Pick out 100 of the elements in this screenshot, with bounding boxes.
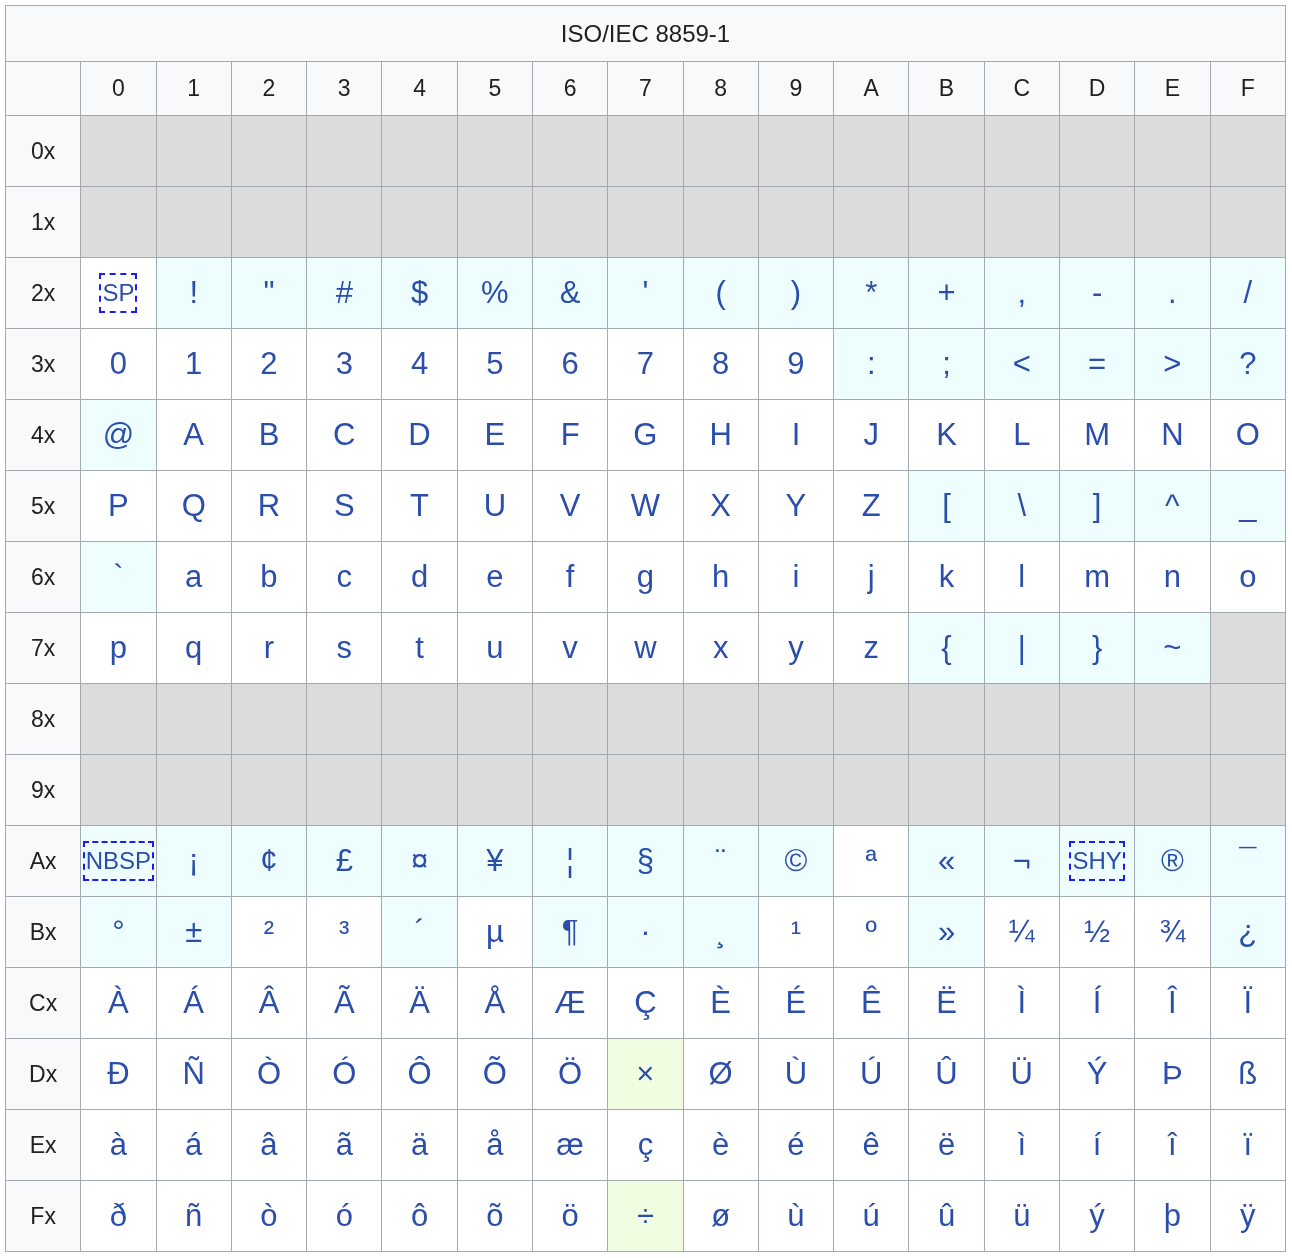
character-cell[interactable]: l <box>984 541 1060 613</box>
character-cell[interactable]: 3 <box>306 328 382 400</box>
character-cell[interactable]: < <box>984 328 1060 400</box>
character-cell[interactable]: ³ <box>306 896 382 968</box>
character-cell[interactable]: b <box>231 541 307 613</box>
character-cell[interactable]: V <box>532 470 608 542</box>
character-cell[interactable]: e <box>457 541 533 613</box>
character-cell[interactable]: Ô <box>381 1038 458 1110</box>
character-cell[interactable]: Ø <box>683 1038 759 1110</box>
character-cell[interactable]: k <box>908 541 985 613</box>
character-cell[interactable]: w <box>607 612 684 684</box>
character-cell[interactable]: ± <box>156 896 232 968</box>
character-cell[interactable]: Æ <box>532 967 608 1039</box>
character-cell[interactable]: $ <box>381 257 458 329</box>
character-cell[interactable]: n <box>1134 541 1210 613</box>
character-cell[interactable]: ¼ <box>984 896 1060 968</box>
character-cell[interactable]: Ð <box>80 1038 157 1110</box>
character-cell[interactable]: r <box>231 612 307 684</box>
character-cell[interactable]: â <box>231 1109 307 1181</box>
character-cell[interactable]: s <box>306 612 382 684</box>
character-cell[interactable]: ? <box>1210 328 1286 400</box>
character-cell[interactable]: ¬ <box>984 825 1060 897</box>
character-cell[interactable]: Ã <box>306 967 382 1039</box>
character-cell[interactable]: ï <box>1210 1109 1286 1181</box>
character-cell[interactable]: 6 <box>532 328 608 400</box>
character-cell[interactable]: ñ <box>156 1180 232 1252</box>
character-cell[interactable]: h <box>683 541 759 613</box>
character-cell[interactable]: ¸ <box>683 896 759 968</box>
character-cell[interactable]: N <box>1134 399 1210 471</box>
character-cell[interactable]: c <box>306 541 382 613</box>
character-cell[interactable]: ¿ <box>1210 896 1286 968</box>
character-cell[interactable]: D <box>381 399 458 471</box>
character-cell[interactable]: ¯ <box>1210 825 1286 897</box>
character-cell[interactable]: Ì <box>984 967 1060 1039</box>
character-cell[interactable]: q <box>156 612 232 684</box>
character-cell[interactable]: ÷ <box>607 1180 684 1252</box>
character-cell[interactable]: W <box>607 470 684 542</box>
character-cell[interactable]: ° <box>80 896 157 968</box>
character-cell[interactable]: a <box>156 541 232 613</box>
character-cell[interactable]: Û <box>908 1038 985 1110</box>
character-cell[interactable]: ( <box>683 257 759 329</box>
character-cell[interactable]: Y <box>758 470 834 542</box>
character-cell[interactable]: Q <box>156 470 232 542</box>
character-cell[interactable]: i <box>758 541 834 613</box>
character-cell[interactable]: Ü <box>984 1038 1060 1110</box>
character-cell[interactable]: Ù <box>758 1038 834 1110</box>
character-cell[interactable]: Þ <box>1134 1038 1210 1110</box>
character-cell[interactable]: Ó <box>306 1038 382 1110</box>
character-cell[interactable]: ù <box>758 1180 834 1252</box>
character-cell[interactable]: * <box>833 257 909 329</box>
character-cell[interactable]: È <box>683 967 759 1039</box>
character-cell[interactable]: { <box>908 612 985 684</box>
character-cell[interactable]: µ <box>457 896 533 968</box>
character-cell[interactable]: ý <box>1059 1180 1135 1252</box>
character-cell[interactable]: § <box>607 825 684 897</box>
character-cell[interactable]: & <box>532 257 608 329</box>
character-cell[interactable]: m <box>1059 541 1135 613</box>
character-cell[interactable]: d <box>381 541 458 613</box>
character-cell[interactable]: E <box>457 399 533 471</box>
character-cell[interactable]: P <box>80 470 157 542</box>
character-cell[interactable]: ¥ <box>457 825 533 897</box>
character-cell[interactable]: > <box>1134 328 1210 400</box>
character-cell[interactable]: Å <box>457 967 533 1039</box>
character-cell[interactable]: % <box>457 257 533 329</box>
character-cell[interactable]: Ä <box>381 967 458 1039</box>
character-cell[interactable]: ª <box>833 825 909 897</box>
abbreviation-label[interactable]: NBSP <box>82 841 155 881</box>
character-cell[interactable]: À <box>80 967 157 1039</box>
character-cell[interactable]: ` <box>80 541 157 613</box>
character-cell[interactable]: ã <box>306 1109 382 1181</box>
character-cell[interactable]: K <box>908 399 985 471</box>
character-cell[interactable]: U <box>457 470 533 542</box>
character-cell[interactable]: ^ <box>1134 470 1210 542</box>
character-cell[interactable]: H <box>683 399 759 471</box>
character-cell[interactable]: 4 <box>381 328 458 400</box>
character-cell[interactable]: t <box>381 612 458 684</box>
character-cell[interactable]: Z <box>833 470 909 542</box>
character-cell[interactable]: ø <box>683 1180 759 1252</box>
character-cell[interactable]: û <box>908 1180 985 1252</box>
character-cell[interactable]: þ <box>1134 1180 1210 1252</box>
abbreviation-label[interactable]: SP <box>99 273 138 313</box>
character-cell[interactable]: g <box>607 541 684 613</box>
character-cell[interactable]: , <box>984 257 1060 329</box>
character-cell[interactable]: B <box>231 399 307 471</box>
character-cell[interactable]: ! <box>156 257 232 329</box>
character-cell[interactable]: å <box>457 1109 533 1181</box>
character-cell[interactable]: º <box>833 896 909 968</box>
character-cell[interactable]: L <box>984 399 1060 471</box>
character-cell[interactable]: Ë <box>908 967 985 1039</box>
character-cell[interactable]: C <box>306 399 382 471</box>
character-cell[interactable]: p <box>80 612 157 684</box>
character-cell[interactable]: É <box>758 967 834 1039</box>
character-cell[interactable]: T <box>381 470 458 542</box>
character-cell[interactable]: ü <box>984 1180 1060 1252</box>
character-cell[interactable]: » <box>908 896 985 968</box>
character-cell[interactable]: 1 <box>156 328 232 400</box>
character-cell[interactable]: ' <box>607 257 684 329</box>
character-cell[interactable]: / <box>1210 257 1286 329</box>
character-cell[interactable]: ] <box>1059 470 1135 542</box>
character-cell[interactable]: ö <box>532 1180 608 1252</box>
